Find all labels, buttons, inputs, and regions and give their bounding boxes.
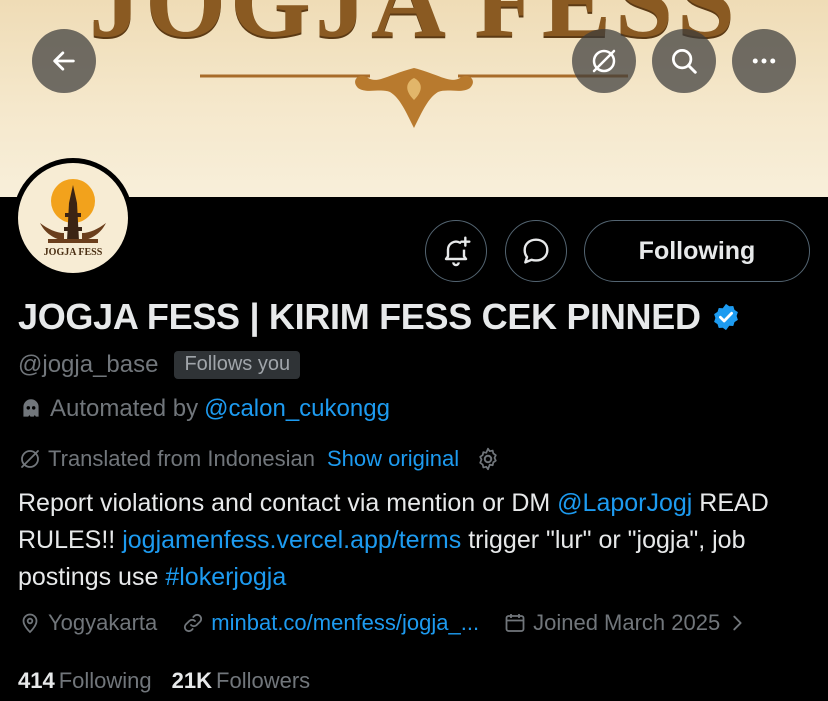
message-button[interactable] — [505, 220, 567, 282]
automated-prefix: Automated by — [50, 395, 199, 422]
bio: Report violations and contact via mentio… — [18, 485, 818, 596]
translated-label: Translated from Indonesian — [48, 446, 315, 471]
gear-icon[interactable] — [475, 446, 501, 472]
bell-plus-icon — [444, 236, 471, 267]
bio-url-link[interactable]: jogjamenfess.vercel.app/terms — [122, 526, 461, 554]
search-icon — [672, 49, 697, 74]
arrow-left-icon — [53, 51, 75, 71]
unsubscribe-button[interactable] — [572, 29, 636, 93]
bio-mention-link[interactable]: @LaporJogj — [557, 489, 692, 517]
automated-by-link[interactable]: @calon_cukongg — [204, 395, 390, 423]
profile-meta: Yogyakarta minbat.co/menfess/jogja_... J… — [18, 610, 778, 636]
translate-icon — [21, 450, 39, 468]
chat-bubble-icon — [523, 238, 549, 264]
link-icon — [184, 613, 203, 633]
location-item: Yogyakarta — [18, 610, 157, 636]
calendar-icon — [505, 614, 525, 632]
verified-badge-icon[interactable] — [711, 302, 741, 332]
follow-stats: 414 Following 21K Followers — [18, 668, 330, 694]
slashed-circle-icon — [592, 49, 616, 73]
following-label: Following — [58, 668, 152, 693]
chevron-right-icon — [733, 615, 742, 631]
followers-count: 21K — [171, 668, 213, 693]
followers-stat[interactable]: 21K Followers — [172, 668, 311, 694]
automated-row: Automated by @calon_cukongg — [18, 395, 390, 423]
follows-you-badge: Follows you — [174, 351, 301, 379]
handle: @jogja_base — [18, 351, 159, 378]
following-stat[interactable]: 414 Following — [18, 668, 152, 694]
search-button[interactable] — [652, 29, 716, 93]
bio-text-1: Report violations and contact via mentio… — [18, 489, 558, 517]
robot-icon — [23, 399, 39, 417]
location-pin-icon — [22, 613, 38, 634]
more-button[interactable] — [732, 29, 796, 93]
location-text: Yogyakarta — [48, 610, 158, 635]
display-name: JOGJA FESS | KIRIM FESS CEK PINNED — [18, 296, 701, 337]
banner-ornament-icon — [200, 68, 628, 128]
website-item[interactable]: minbat.co/menfess/jogja_... — [181, 610, 479, 636]
more-horizontal-icon — [752, 58, 776, 64]
following-button[interactable]: Following — [584, 220, 810, 282]
followers-label: Followers — [216, 668, 311, 693]
notify-button[interactable] — [425, 220, 487, 282]
joined-item[interactable]: Joined March 2025 — [503, 610, 754, 636]
bio-hashtag-link[interactable]: #lokerjogja — [165, 563, 286, 591]
translate-row: Translated from Indonesian Show original — [18, 446, 501, 472]
avatar[interactable]: JOGJA FESS — [13, 158, 133, 278]
joined-text: Joined March 2025 — [533, 610, 721, 635]
back-button[interactable] — [32, 29, 96, 93]
display-name-row: JOGJA FESS | KIRIM FESS CEK PINNED — [18, 296, 741, 338]
show-original-link[interactable]: Show original — [327, 446, 459, 472]
avatar-label: JOGJA FESS — [43, 247, 103, 258]
avatar-image: JOGJA FESS — [18, 163, 128, 273]
following-count: 414 — [18, 668, 55, 693]
website-link[interactable]: minbat.co/menfess/jogja_... — [211, 610, 479, 636]
handle-row: @jogja_base Follows you — [18, 351, 301, 379]
